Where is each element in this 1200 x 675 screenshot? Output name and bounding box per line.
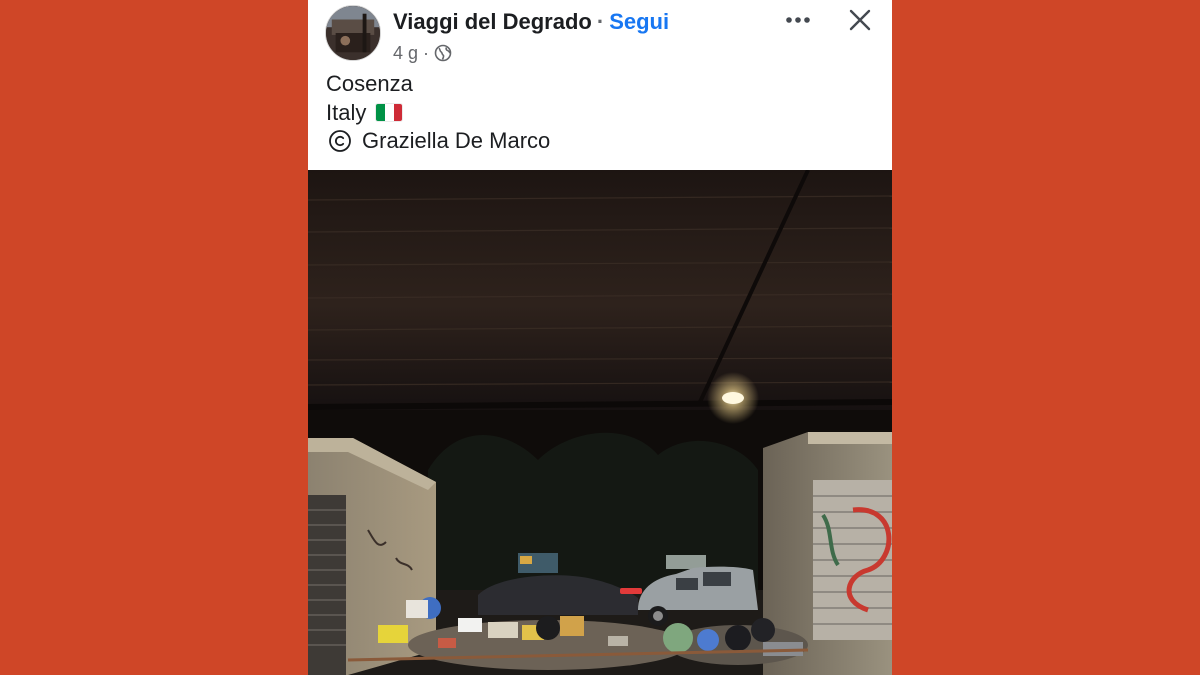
post-text: Cosenza Italy Graziella De Marco [326,70,550,156]
copyright-icon [328,129,352,153]
more-options-button[interactable] [778,4,818,36]
post-card: Viaggi del Degrado · Segui 4 g · Cosenza… [308,0,892,675]
globe-icon [434,44,452,62]
post-text-line-city: Cosenza [326,71,413,96]
more-horizontal-icon [786,17,810,23]
post-text-line-country: Italy [326,99,367,125]
page-name[interactable]: Viaggi del Degrado [393,8,592,36]
page-avatar[interactable] [325,5,381,61]
name-row: Viaggi del Degrado · Segui [393,8,669,36]
follow-button[interactable]: Segui [609,8,669,36]
italy-flag-icon [376,104,403,122]
name-separator: · [596,9,605,34]
post-timestamp[interactable]: 4 g [393,43,418,64]
close-button[interactable] [842,2,878,38]
post-header: Viaggi del Degrado · Segui 4 g · Cosenza… [308,0,892,170]
post-meta: 4 g · [393,41,452,65]
close-icon [849,9,871,31]
post-text-credit: Graziella De Marco [362,128,551,153]
post-photo[interactable] [308,170,892,675]
meta-separator: · [423,42,430,63]
